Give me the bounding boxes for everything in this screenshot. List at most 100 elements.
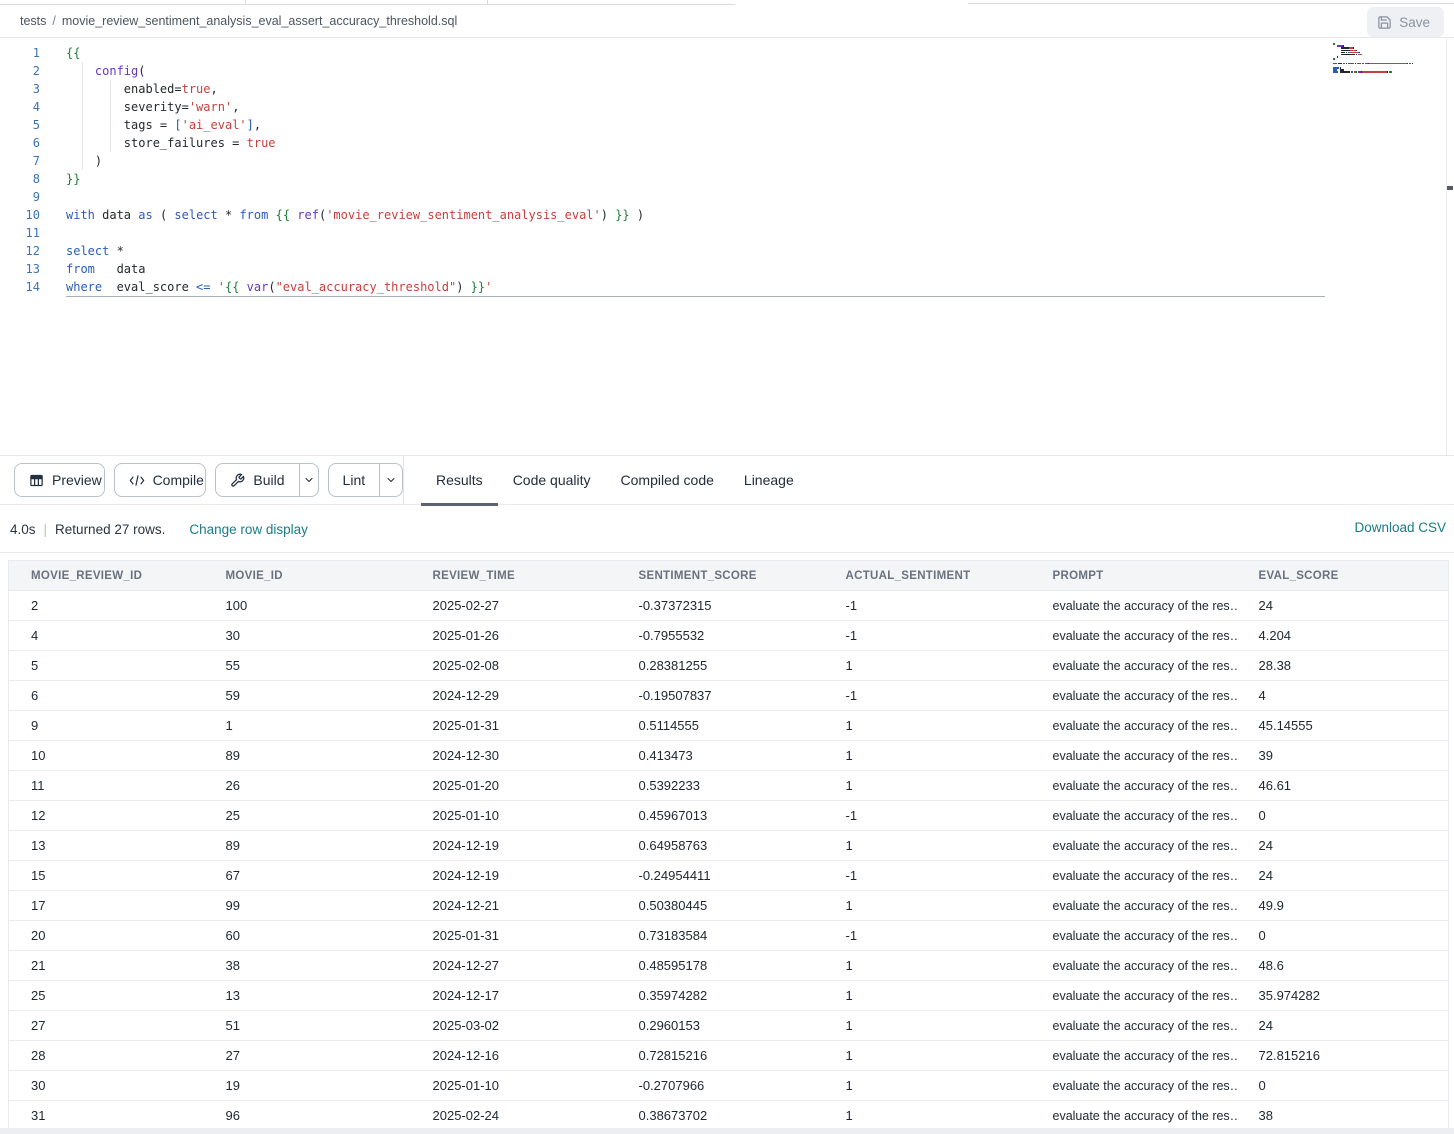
build-button-group: Build	[215, 463, 318, 497]
table-row: 5552025-02-080.283812551evaluate the acc…	[9, 651, 1449, 681]
code-content[interactable]: {{ config( enabled=true, severity='warn'…	[66, 44, 1325, 296]
cell-movie_review_id: 25	[9, 981, 204, 1011]
editor-scrollbar[interactable]	[1446, 38, 1454, 455]
tab-results[interactable]: Results	[421, 456, 498, 504]
build-button[interactable]: Build	[216, 464, 298, 496]
compile-button-label: Compile	[153, 472, 204, 488]
status-separator: |	[44, 522, 48, 537]
prompt-truncated-text: evaluate the accuracy of the res…	[1053, 809, 1237, 823]
prompt-truncated-text: evaluate the accuracy of the res…	[1053, 749, 1237, 763]
prompt-cell[interactable]: evaluate the accuracy of the res…	[1031, 651, 1237, 681]
code-line[interactable]: tags = ['ai_eval'],	[66, 116, 1325, 134]
cell-sentiment_score: -0.24954411	[617, 861, 824, 891]
prompt-cell[interactable]: evaluate the accuracy of the res…	[1031, 921, 1237, 951]
cell-movie_review_id: 6	[9, 681, 204, 711]
prompt-cell[interactable]: evaluate the accuracy of the res…	[1031, 891, 1237, 921]
cell-movie_review_id: 17	[9, 891, 204, 921]
cell-movie_id: 59	[204, 681, 411, 711]
lint-dropdown-toggle[interactable]	[379, 464, 402, 496]
code-line[interactable]: }}	[66, 170, 1325, 188]
cell-review_time: 2024-12-27	[411, 951, 617, 981]
cell-movie_review_id: 28	[9, 1041, 204, 1071]
cell-sentiment_score: 0.45967013	[617, 801, 824, 831]
cell-sentiment_score: 0.50380445	[617, 891, 824, 921]
code-line[interactable]: )	[66, 152, 1325, 170]
indent-guide	[82, 62, 83, 170]
table-row: 20602025-01-310.73183584-1evaluate the a…	[9, 921, 1449, 951]
code-line[interactable]: {{	[66, 44, 1325, 62]
cell-sentiment_score: 0.5114555	[617, 711, 824, 741]
column-header-review_time: REVIEW_TIME	[411, 561, 617, 591]
prompt-truncated-text: evaluate the accuracy of the res…	[1053, 989, 1237, 1003]
cell-movie_id: 99	[204, 891, 411, 921]
cell-eval_score: 48.6	[1237, 951, 1449, 981]
code-line[interactable]: config(	[66, 62, 1325, 80]
cell-eval_score: 24	[1237, 831, 1449, 861]
tab-compiled-code[interactable]: Compiled code	[606, 456, 729, 504]
prompt-truncated-text: evaluate the accuracy of the res…	[1053, 1049, 1237, 1063]
prompt-cell[interactable]: evaluate the accuracy of the res…	[1031, 1071, 1237, 1101]
breadcrumb-section[interactable]: tests	[20, 14, 46, 28]
prompt-cell[interactable]: evaluate the accuracy of the res…	[1031, 861, 1237, 891]
prompt-cell[interactable]: evaluate the accuracy of the res…	[1031, 711, 1237, 741]
prompt-truncated-text: evaluate the accuracy of the res…	[1053, 599, 1237, 613]
prompt-cell[interactable]: evaluate the accuracy of the res…	[1031, 771, 1237, 801]
code-line[interactable]: enabled=true,	[66, 80, 1325, 98]
line-number: 9	[0, 188, 40, 206]
prompt-truncated-text: evaluate the accuracy of the res…	[1053, 869, 1237, 883]
cell-eval_score: 39	[1237, 741, 1449, 771]
prompt-cell[interactable]: evaluate the accuracy of the res…	[1031, 1041, 1237, 1071]
code-line[interactable]: from data	[66, 260, 1325, 278]
code-editor[interactable]: 1234567891011121314 {{ config( enabled=t…	[0, 38, 1454, 455]
horizontal-scrollbar[interactable]	[0, 1128, 1454, 1134]
cell-actual_sentiment: 1	[824, 741, 1031, 771]
tab-code-quality[interactable]: Code quality	[498, 456, 606, 504]
prompt-truncated-text: evaluate the accuracy of the res…	[1053, 929, 1237, 943]
line-number: 3	[0, 80, 40, 98]
cell-review_time: 2025-01-20	[411, 771, 617, 801]
prompt-cell[interactable]: evaluate the accuracy of the res…	[1031, 621, 1237, 651]
lint-button[interactable]: Lint	[329, 464, 380, 496]
prompt-cell[interactable]: evaluate the accuracy of the res…	[1031, 831, 1237, 861]
prompt-cell[interactable]: evaluate the accuracy of the res…	[1031, 1011, 1237, 1041]
cell-eval_score: 24	[1237, 861, 1449, 891]
line-number: 6	[0, 134, 40, 152]
build-dropdown-toggle[interactable]	[299, 464, 318, 496]
download-csv-link[interactable]: Download CSV	[1354, 520, 1446, 535]
preview-button[interactable]: Preview	[15, 464, 105, 496]
wrench-icon	[230, 473, 245, 488]
code-line[interactable]: select *	[66, 242, 1325, 260]
compile-button[interactable]: Compile	[115, 464, 207, 496]
cell-movie_id: 89	[204, 831, 411, 861]
chevron-down-icon	[385, 474, 397, 486]
code-line[interactable]	[66, 224, 1325, 242]
cell-actual_sentiment: 1	[824, 771, 1031, 801]
tab-lineage[interactable]: Lineage	[729, 456, 809, 504]
prompt-cell[interactable]: evaluate the accuracy of the res…	[1031, 681, 1237, 711]
save-button[interactable]: Save	[1367, 7, 1444, 37]
line-number: 4	[0, 98, 40, 116]
prompt-cell[interactable]: evaluate the accuracy of the res…	[1031, 591, 1237, 621]
cell-review_time: 2024-12-29	[411, 681, 617, 711]
code-line[interactable]	[66, 188, 1325, 206]
prompt-cell[interactable]: evaluate the accuracy of the res…	[1031, 1101, 1237, 1131]
floppy-save-icon	[1377, 15, 1392, 30]
cell-eval_score: 0	[1237, 921, 1449, 951]
prompt-cell[interactable]: evaluate the accuracy of the res…	[1031, 981, 1237, 1011]
change-row-display-link[interactable]: Change row display	[189, 522, 308, 537]
cell-sentiment_score: -0.2707966	[617, 1071, 824, 1101]
cell-eval_score: 38	[1237, 1101, 1449, 1131]
line-number: 12	[0, 242, 40, 260]
prompt-cell[interactable]: evaluate the accuracy of the res…	[1031, 741, 1237, 771]
code-line[interactable]: severity='warn',	[66, 98, 1325, 116]
code-line[interactable]: store_failures = true	[66, 134, 1325, 152]
file-header-bar: tests/movie_review_sentiment_analysis_ev…	[0, 5, 1454, 38]
prompt-truncated-text: evaluate the accuracy of the res…	[1053, 689, 1237, 703]
column-header-prompt: PROMPT	[1031, 561, 1237, 591]
code-line[interactable]: with data as ( select * from {{ ref('mov…	[66, 206, 1325, 224]
code-line[interactable]: where eval_score <= '{{ var("eval_accura…	[66, 278, 1325, 296]
cell-actual_sentiment: 1	[824, 891, 1031, 921]
prompt-cell[interactable]: evaluate the accuracy of the res…	[1031, 951, 1237, 981]
prompt-cell[interactable]: evaluate the accuracy of the res…	[1031, 801, 1237, 831]
editor-minimap[interactable]	[1333, 43, 1446, 74]
